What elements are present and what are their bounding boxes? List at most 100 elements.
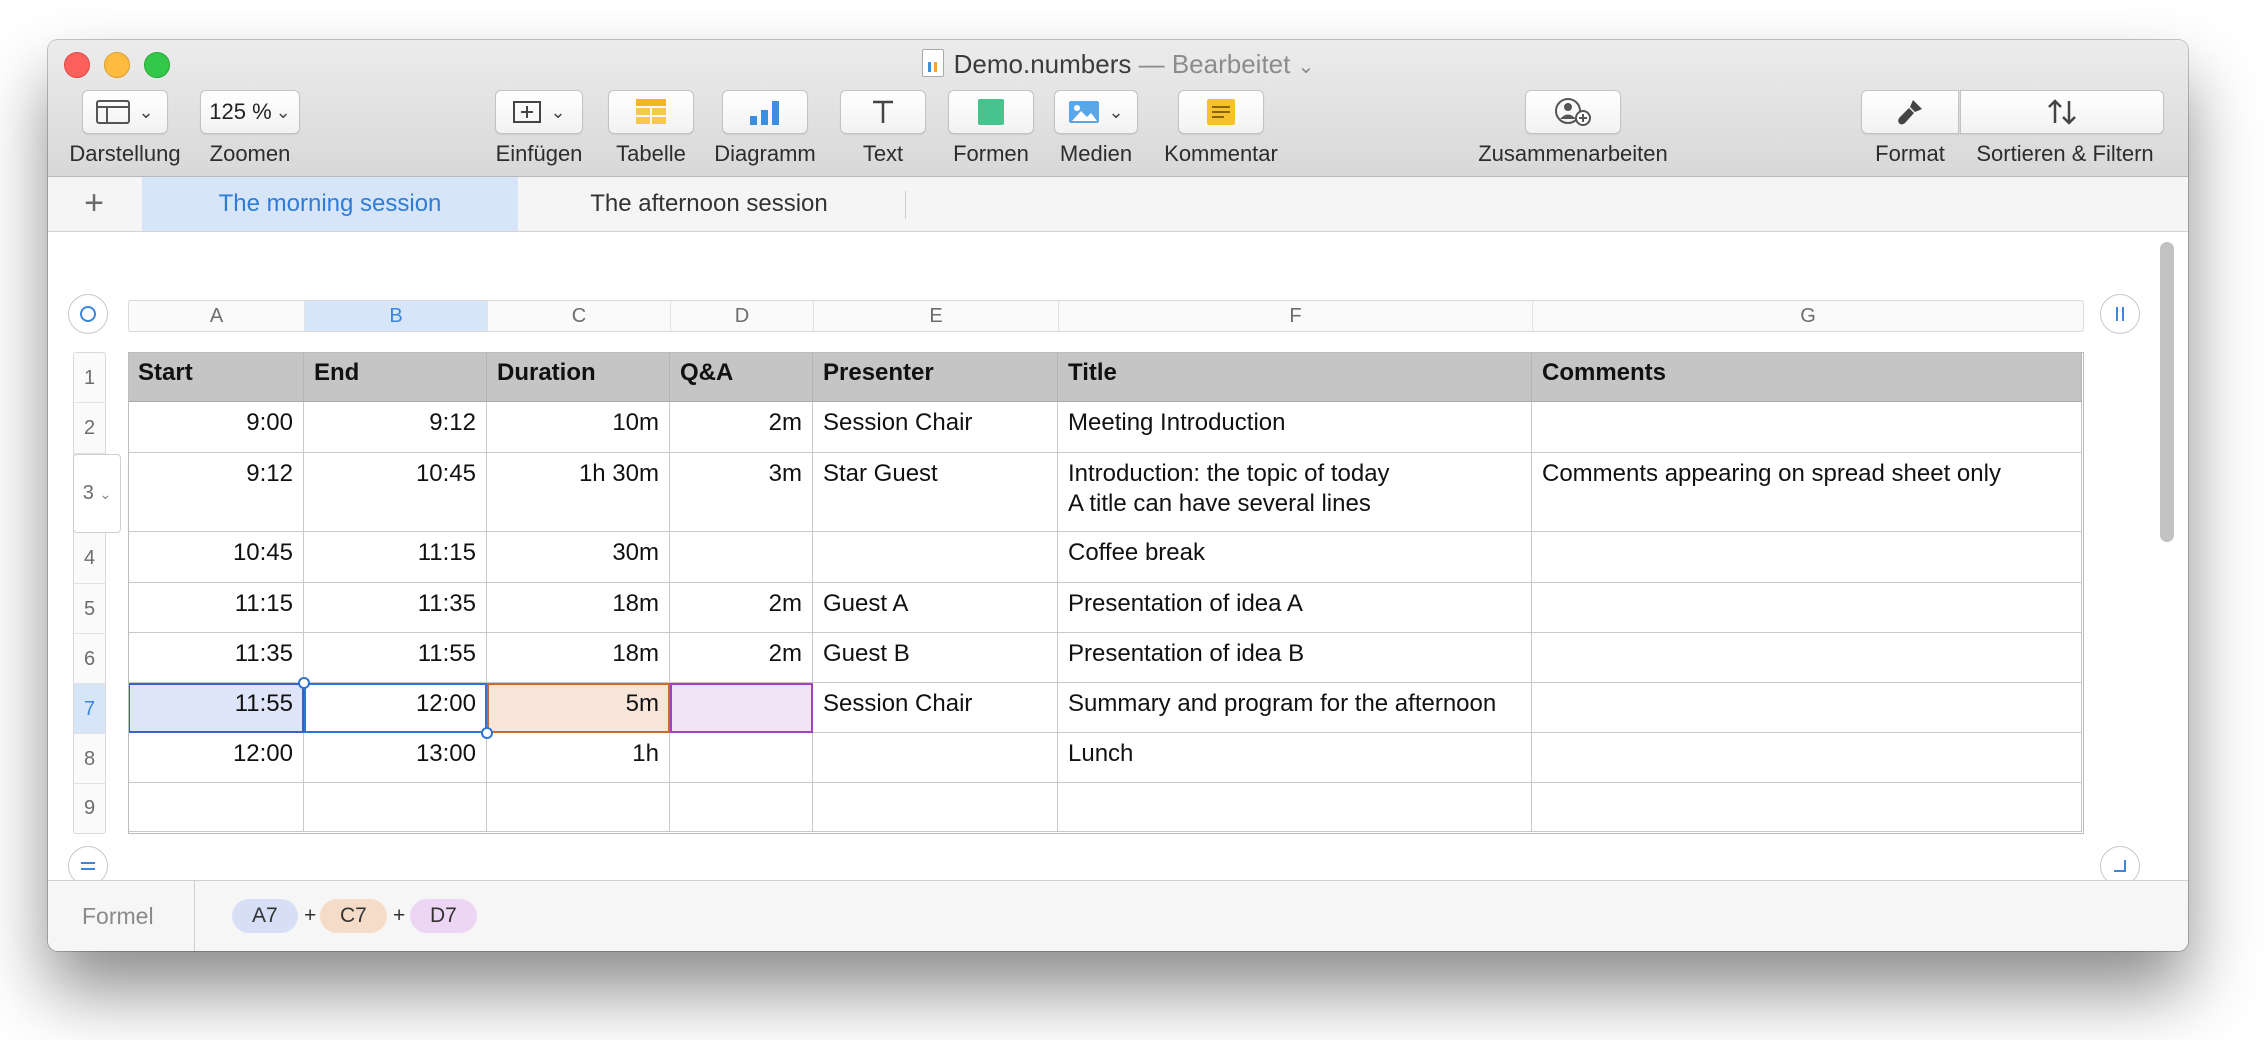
table-button[interactable] [608,90,694,134]
cell-c6[interactable]: 18m [487,633,670,683]
header-cell-a[interactable]: Start [128,352,304,402]
column-header-g[interactable]: G [1533,301,2083,331]
format-tool[interactable]: Format [1860,90,1960,167]
window-title[interactable]: Demo.numbers — Bearbeitet ⌄ [48,46,2188,85]
header-cell-b[interactable]: End [304,352,487,402]
cell-d9[interactable] [670,783,813,832]
cell-f2[interactable]: Meeting Introduction [1058,402,1532,453]
cell-e2[interactable]: Session Chair [813,402,1058,453]
row-header-6[interactable]: 6 [74,634,105,684]
cell-e3[interactable]: Star Guest [813,453,1058,532]
view-button[interactable]: ⌄ [82,90,168,134]
header-cell-c[interactable]: Duration [487,352,670,402]
cell-b6[interactable]: 11:55 [304,633,487,683]
row-header-3[interactable]: 3 ⌄ [73,454,121,533]
selection-handle-bottom-right[interactable] [481,727,493,739]
cell-a7[interactable]: 11:55 [128,683,304,733]
cell-a2[interactable]: 9:00 [128,402,304,453]
selection-handle-top-left[interactable] [298,677,310,689]
cell-f6[interactable]: Presentation of idea B [1058,633,1532,683]
cell-e4[interactable] [813,532,1058,583]
cell-b9[interactable] [304,783,487,832]
collaborate-tool[interactable]: Zusammenarbeiten [1468,90,1678,167]
text-tool[interactable]: Text [838,90,928,167]
cell-d8[interactable] [670,733,813,783]
comment-tool[interactable]: Kommentar [1158,90,1284,167]
cell-f4[interactable]: Coffee break [1058,532,1532,583]
tab-morning-session[interactable]: The morning session [142,177,518,231]
cell-a3[interactable]: 9:12 [128,453,304,532]
row-header-1[interactable]: 1 [74,353,105,403]
vertical-scrollbar[interactable] [2160,242,2174,542]
collaborate-button[interactable] [1525,90,1621,134]
cell-c9[interactable] [487,783,670,832]
cell-d4[interactable] [670,532,813,583]
cell-d5[interactable]: 2m [670,583,813,633]
cell-b5[interactable]: 11:35 [304,583,487,633]
sort-filter-button[interactable] [1960,90,2164,134]
tab-afternoon-session[interactable]: The afternoon session [518,177,900,231]
cell-c5[interactable]: 18m [487,583,670,633]
header-cell-e[interactable]: Presenter [813,352,1058,402]
row-header-5[interactable]: 5 [74,584,105,634]
shapes-button[interactable] [948,90,1034,134]
cell-g5[interactable] [1532,583,2082,633]
chart-button[interactable] [722,90,808,134]
zoom-tool[interactable]: 125 % ⌄ Zoomen [200,90,300,167]
cell-a8[interactable]: 12:00 [128,733,304,783]
cell-b4[interactable]: 11:15 [304,532,487,583]
cell-c3[interactable]: 1h 30m [487,453,670,532]
comment-button[interactable] [1178,90,1264,134]
formula-token-c7[interactable]: C7 [320,899,387,933]
insert-tool[interactable]: ⌄ Einfügen [494,90,584,167]
cell-f9[interactable] [1058,783,1532,832]
header-cell-f[interactable]: Title [1058,352,1532,402]
media-tool[interactable]: ⌄ Medien [1054,90,1138,167]
cell-e9[interactable] [813,783,1058,832]
cell-a6[interactable]: 11:35 [128,633,304,683]
cell-e8[interactable] [813,733,1058,783]
cell-g6[interactable] [1532,633,2082,683]
format-button[interactable] [1861,90,1959,134]
cell-g7[interactable] [1532,683,2082,733]
cell-e5[interactable]: Guest A [813,583,1058,633]
cell-b2[interactable]: 9:12 [304,402,487,453]
column-header-d[interactable]: D [671,301,814,331]
formula-token-d7[interactable]: D7 [410,899,477,933]
cell-d6[interactable]: 2m [670,633,813,683]
text-button[interactable] [840,90,926,134]
cell-f8[interactable]: Lunch [1058,733,1532,783]
column-header-b[interactable]: B [305,301,488,331]
add-sheet-button[interactable]: + [48,177,140,231]
shapes-tool[interactable]: Formen [946,90,1036,167]
column-header-c[interactable]: C [488,301,671,331]
cell-g2[interactable] [1532,402,2082,453]
table-tool[interactable]: Tabelle [606,90,696,167]
header-cell-g[interactable]: Comments [1532,352,2082,402]
add-column-handle[interactable] [2100,294,2140,334]
cell-b7[interactable]: 12:00 [304,683,487,733]
table-select-handle[interactable] [68,294,108,334]
row-header-4[interactable]: 4 [74,533,105,584]
cell-f3[interactable]: Introduction: the topic of today A title… [1058,453,1532,532]
formula-token-a7[interactable]: A7 [232,899,298,933]
cell-e6[interactable]: Guest B [813,633,1058,683]
column-header-f[interactable]: F [1059,301,1533,331]
cell-c7[interactable]: 5m [487,683,670,733]
cell-g8[interactable] [1532,733,2082,783]
sort-filter-tool[interactable]: Sortieren & Filtern [1960,90,2170,167]
chart-tool[interactable]: Diagramm [712,90,818,167]
cell-d3[interactable]: 3m [670,453,813,532]
cell-f7[interactable]: Summary and program for the afternoon [1058,683,1532,733]
cell-g3[interactable]: Comments appearing on spread sheet only [1532,453,2082,532]
cell-a9[interactable] [128,783,304,832]
cell-c2[interactable]: 10m [487,402,670,453]
cell-d2[interactable]: 2m [670,402,813,453]
header-cell-d[interactable]: Q&A [670,352,813,402]
row-header-9[interactable]: 9 [74,784,105,833]
column-header-a[interactable]: A [129,301,305,331]
cell-a4[interactable]: 10:45 [128,532,304,583]
row-header-8[interactable]: 8 [74,734,105,784]
cell-d7[interactable] [670,683,813,733]
cell-f5[interactable]: Presentation of idea A [1058,583,1532,633]
